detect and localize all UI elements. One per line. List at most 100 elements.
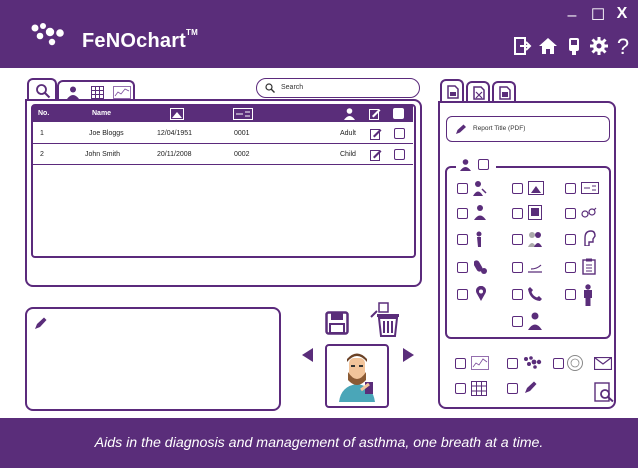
tab-report-document[interactable] [440,79,464,103]
row-dob: 12/04/1951 [157,130,193,137]
phone-icon [528,287,542,301]
option-checkbox[interactable] [565,208,576,219]
app-header: FeNOchartTM – ☐ X ? [0,0,638,68]
option-checkbox[interactable] [553,358,564,369]
close-button[interactable]: X [614,6,630,22]
location-icon [476,286,486,301]
footer-tagline: Aids in the diagnosis and management of … [0,418,638,468]
row-name: Joe Bloggs [89,130,124,137]
report-title: Report Title (PDF) [473,125,526,132]
search-icon [265,83,275,93]
person-icon [67,86,79,99]
save-icon[interactable] [325,311,349,335]
home-icon[interactable] [538,36,558,56]
edit-icon[interactable] [370,128,382,140]
select-all-checkbox[interactable] [393,108,404,119]
option-checkbox[interactable] [512,289,523,300]
minimize-button[interactable]: – [564,8,580,24]
patient-details-icon [473,181,487,196]
birth-date-icon [528,181,544,195]
options-header [456,157,496,173]
grid-icon [91,86,104,99]
option-checkbox[interactable] [565,183,576,194]
search-icon [36,84,51,99]
table-row[interactable]: 2 John Smith 20/11/2008 0002 Child [33,146,413,165]
option-checkbox[interactable] [455,383,466,394]
row-dob: 20/11/2008 [157,151,192,158]
breath-icon [528,264,542,273]
option-checkbox[interactable] [457,289,468,300]
logo-icon [524,356,542,369]
delete-icon[interactable] [369,301,401,337]
option-checkbox[interactable] [512,316,523,327]
stamp-icon [567,355,583,371]
option-checkbox[interactable] [512,208,523,219]
row-type: Adult [340,130,356,137]
chart-icon [113,86,131,99]
row-id: 0001 [234,130,250,137]
document-icon [447,85,459,99]
prev-arrow-icon[interactable] [302,348,314,362]
option-checkbox[interactable] [507,358,518,369]
edit-icon[interactable] [370,149,382,161]
table-header: No. Name [33,106,413,122]
row-checkbox[interactable] [394,128,405,139]
notes-panel[interactable] [25,307,281,411]
grid-icon [471,381,487,396]
maximize-button[interactable]: ☐ [590,8,606,24]
id-card-icon [233,108,253,120]
option-checkbox[interactable] [565,289,576,300]
respiratory-icon [584,230,596,246]
option-checkbox[interactable] [455,358,466,369]
pencil-icon [456,124,466,134]
gender-icon [581,207,597,218]
pencil-icon [525,381,537,393]
avatar-frame[interactable] [325,344,389,408]
medication-icon [474,260,487,274]
logo-icon [31,23,64,46]
preview-icon[interactable] [594,382,614,402]
app-title: FeNOchartTM [82,28,198,52]
help-icon[interactable]: ? [614,36,632,58]
search-input[interactable]: Search [256,78,420,98]
pencil-icon [35,317,47,329]
row-checkbox[interactable] [394,149,405,160]
id-card-icon [581,182,599,194]
avatar [331,350,383,402]
email-icon[interactable] [594,357,612,370]
option-checkbox[interactable] [565,234,576,245]
option-checkbox[interactable] [457,183,468,194]
settings-icon[interactable] [589,36,609,56]
option-checkbox[interactable] [512,183,523,194]
person-icon [344,108,355,120]
device-icon[interactable] [564,36,584,56]
next-arrow-icon[interactable] [402,348,414,362]
option-checkbox[interactable] [565,262,576,273]
option-checkbox[interactable] [512,262,523,273]
edit-icon [369,109,381,120]
logout-icon[interactable] [512,36,532,56]
tab-report-excel[interactable] [466,81,490,103]
option-checkbox[interactable] [457,262,468,273]
option-checkbox[interactable] [512,234,523,245]
row-no: 1 [40,130,44,137]
row-no: 2 [40,151,44,158]
doctor-icon [474,205,486,220]
row-name: John Smith [85,151,121,158]
option-checkbox[interactable] [507,383,518,394]
report-title-input[interactable]: Report Title (PDF) [446,116,610,142]
chart-icon [471,356,489,370]
select-all-options-checkbox[interactable] [478,159,489,170]
option-checkbox[interactable] [457,234,468,245]
search-placeholder: Search [281,84,304,91]
spreadsheet-icon [473,86,485,100]
col-name: Name [92,110,112,117]
table-row[interactable]: 1 Joe Bloggs 12/04/1951 0001 Adult [33,125,413,144]
col-no: No. [38,110,50,117]
clipboard-icon [582,258,596,275]
option-checkbox[interactable] [457,208,468,219]
standing-person-icon [584,284,592,306]
row-type: Child [340,151,356,158]
tab-report-pdf[interactable] [492,81,516,103]
physician-icon [528,312,542,330]
